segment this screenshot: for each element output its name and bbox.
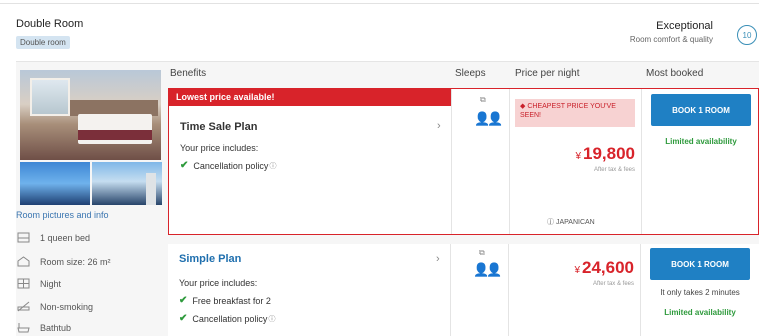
room-title: Double Room: [16, 18, 84, 30]
limited-availability-label: Limited availability: [664, 308, 736, 317]
booking-time-note: It only takes 2 minutes: [660, 288, 740, 297]
plan-card-simple: Simple Plan › Your price includes: ✔ Fre…: [168, 244, 759, 336]
provider-name: JAPANICAN: [555, 219, 595, 226]
book-room-button[interactable]: BOOK 1 ROOM: [651, 94, 751, 126]
amenity-room-size: Room size: 26 m²: [17, 256, 111, 267]
column-divider: [641, 89, 642, 234]
room-photo-thumb-2[interactable]: [92, 162, 162, 205]
check-icon: ✔: [179, 295, 188, 306]
column-header-benefits: Benefits: [170, 68, 207, 79]
plan-card-time-sale: Lowest price available! Time Sale Plan ›…: [168, 88, 759, 235]
two-persons-icon: 👤👤: [473, 262, 502, 277]
rating-score-badge: 10: [737, 25, 757, 45]
rating-score: 10: [742, 30, 752, 40]
limited-availability-label: Limited availability: [665, 137, 737, 146]
column-divider: [450, 244, 451, 336]
photo-window: [30, 78, 70, 116]
chevron-right-icon[interactable]: ›: [436, 253, 440, 265]
info-icon[interactable]: ⓘ: [269, 161, 276, 171]
price-includes-label: Your price includes:: [179, 278, 258, 288]
info-icon[interactable]: ⓘ: [268, 314, 275, 324]
perk-label: Cancellation policy: [192, 313, 268, 324]
price-amount: 19,800: [583, 144, 635, 163]
amenity-label: Non-smoking: [40, 301, 94, 312]
price-includes-label: Your price includes:: [180, 143, 259, 153]
photo-bed-throw: [78, 130, 152, 140]
plan-name[interactable]: Simple Plan: [179, 253, 241, 265]
column-header-price: Price per night: [515, 68, 580, 79]
two-persons-icon: 👤👤: [474, 111, 503, 126]
perk-breakfast: ✔ Free breakfast for 2: [179, 295, 271, 306]
lowest-price-banner: Lowest price available!: [169, 89, 452, 106]
rating-block: Exceptional Room comfort & quality: [630, 20, 737, 44]
cheapest-price-badge: ◆ CHEAPEST PRICE YOU'VE SEEN!: [515, 99, 635, 127]
column-divider: [508, 244, 509, 336]
amenity-label: 1 queen bed: [40, 232, 91, 243]
amenity-bathtub: Bathtub: [17, 322, 71, 333]
after-tax-note: After tax & fees: [593, 167, 635, 173]
rating-label: Exceptional: [656, 20, 713, 32]
amenity-bed: 1 queen bed: [17, 232, 90, 243]
cheapest-price-text: CHEAPEST PRICE YOU'VE SEEN!: [520, 103, 616, 119]
top-divider: [0, 3, 759, 4]
perk-cancellation[interactable]: ✔ Cancellation policy ⓘ: [180, 160, 276, 171]
column-divider: [509, 89, 510, 234]
column-divider: [451, 89, 452, 234]
perk-cancellation[interactable]: ✔ Cancellation policy ⓘ: [179, 313, 275, 324]
house-icon: [17, 256, 30, 267]
amenity-label: Bathtub: [40, 322, 72, 333]
provider-icon: ⓙ: [547, 219, 554, 226]
check-icon: ✔: [179, 313, 188, 324]
after-tax-note: After tax & fees: [592, 281, 634, 287]
room-photo-main[interactable]: [20, 70, 161, 160]
room-photo-thumb-1[interactable]: [20, 162, 90, 205]
perk-label: Free breakfast for 2: [192, 295, 271, 306]
price-value: ¥19,800: [515, 144, 635, 164]
currency-symbol: ¥: [575, 151, 581, 162]
bathtub-icon: [17, 322, 30, 333]
room-pictures-link[interactable]: Room pictures and info: [16, 210, 109, 220]
book-room-button[interactable]: BOOK 1 ROOM: [650, 248, 750, 280]
check-icon: ✔: [180, 160, 189, 171]
tag-icon: ◆: [520, 103, 526, 110]
plan-name[interactable]: Time Sale Plan: [180, 121, 257, 133]
provider-label: ⓙ JAPANICAN: [547, 217, 595, 227]
price-value: ¥24,600: [514, 258, 634, 278]
no-smoking-icon: [17, 301, 30, 312]
photo-building: [146, 173, 156, 205]
sleeps-info-icon[interactable]: ⧉: [480, 95, 486, 105]
amenity-view: Night: [17, 278, 61, 289]
perk-label: Cancellation policy: [193, 160, 269, 171]
column-header-sleeps: Sleeps: [455, 68, 486, 79]
price-amount: 24,600: [582, 258, 634, 277]
amenity-label: Night: [40, 278, 62, 289]
amenity-label: Room size: 26 m²: [40, 256, 111, 267]
rating-subtitle: Room comfort & quality: [629, 35, 713, 44]
bed-icon: [17, 232, 30, 243]
column-header-most-booked: Most booked: [646, 68, 704, 79]
currency-symbol: ¥: [574, 265, 580, 276]
chevron-right-icon[interactable]: ›: [437, 120, 441, 132]
room-type-tag: Double room: [16, 36, 70, 49]
column-divider: [640, 244, 641, 336]
amenity-non-smoking: Non-smoking: [17, 301, 93, 312]
sleeps-info-icon[interactable]: ⧉: [479, 248, 485, 258]
window-icon: [17, 278, 30, 289]
